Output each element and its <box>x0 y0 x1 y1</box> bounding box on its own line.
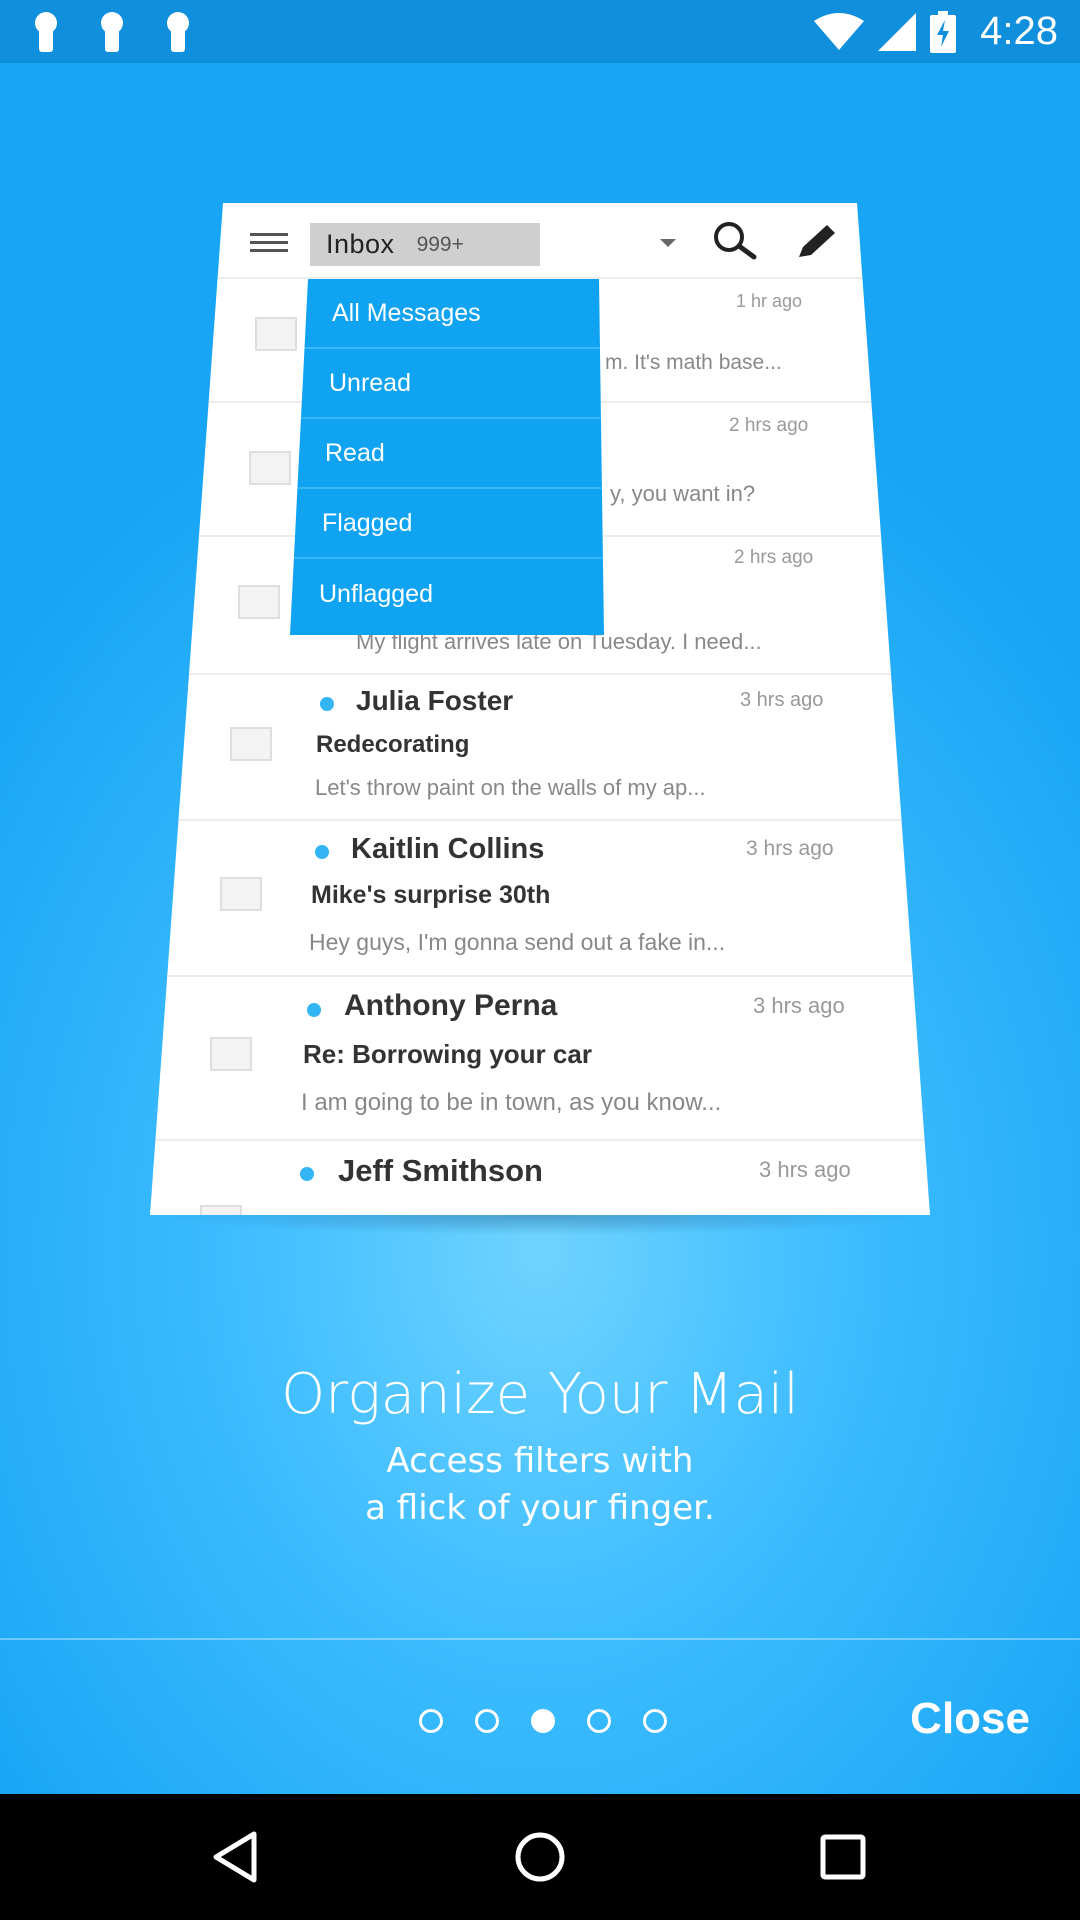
unread-dot <box>320 697 334 711</box>
page-indicator <box>419 1709 667 1733</box>
message-sender: Julia Foster <box>356 685 514 716</box>
message-preview: y, you want in? <box>610 481 756 506</box>
message-subject: Re: Borrowing your car <box>303 1039 592 1069</box>
back-icon <box>213 1831 257 1883</box>
filter-label: Flagged <box>322 508 413 537</box>
message-time: 2 hrs ago <box>734 547 814 568</box>
wifi-icon <box>814 12 865 50</box>
battery-charging-icon <box>930 10 957 53</box>
mockup-toolbar: Inbox 999+ <box>150 203 930 279</box>
subtitle-line-1: Access filters with <box>386 1441 694 1481</box>
filter-read: Read <box>290 419 604 489</box>
list-item: Kaitlin Collins 3 hrs ago Mike's surpris… <box>150 821 930 977</box>
filter-unflagged: Unflagged <box>290 559 604 629</box>
list-item: Julia Foster 3 hrs ago Redecorating Let'… <box>150 675 930 821</box>
unread-dot <box>300 1167 314 1181</box>
onboarding-title: Organize Your Mail <box>281 1362 799 1427</box>
back-button[interactable] <box>155 1794 315 1920</box>
filter-flagged: Flagged <box>290 489 604 559</box>
message-sender: Anthony Perna <box>344 989 558 1022</box>
filter-label: All Messages <box>332 298 481 327</box>
filter-all-messages: All Messages <box>290 279 604 349</box>
home-icon <box>515 1832 565 1882</box>
message-time: 2 hrs ago <box>729 415 809 436</box>
message-time: 1 hr ago <box>736 291 803 311</box>
filter-label: Read <box>325 438 385 467</box>
message-subject: Mike's surprise 30th <box>311 881 551 909</box>
message-time: 3 hrs ago <box>746 837 834 860</box>
message-subject: Redecorating <box>316 731 470 758</box>
home-button[interactable] <box>460 1794 620 1920</box>
message-time: 3 hrs ago <box>759 1157 851 1182</box>
signal-icon <box>878 12 917 51</box>
unread-dot <box>307 1003 321 1017</box>
message-preview: Let's throw paint on the walls of my ap.… <box>315 775 706 800</box>
keyhole-icon <box>98 12 126 52</box>
folder-selector: Inbox 999+ <box>310 223 540 266</box>
unread-dot <box>315 845 329 859</box>
page-dot-5[interactable] <box>643 1709 667 1733</box>
subtitle-line-2: a flick of your finger. <box>365 1488 715 1528</box>
recents-button[interactable] <box>763 1794 923 1920</box>
checkbox <box>255 317 297 351</box>
filter-unread: Unread <box>290 349 604 419</box>
divider <box>0 1638 1080 1640</box>
status-time: 4:28 <box>980 9 1058 53</box>
checkbox <box>249 451 291 485</box>
checkbox <box>210 1037 252 1071</box>
menu-icon <box>250 233 288 252</box>
page-dot-4[interactable] <box>587 1709 611 1733</box>
recents-icon <box>820 1834 866 1880</box>
page-dot-2[interactable] <box>475 1709 499 1733</box>
compose-icon <box>799 225 835 257</box>
message-preview: I am going to be in town, as you know... <box>301 1089 722 1116</box>
keyhole-icon <box>32 12 60 52</box>
message-sender: Kaitlin Collins <box>351 833 545 865</box>
folder-count: 999+ <box>416 232 464 256</box>
message-time: 3 hrs ago <box>740 689 824 711</box>
message-sender: Jeff Smithson <box>338 1153 543 1188</box>
checkbox <box>238 585 280 619</box>
navigation-bar <box>0 1794 1080 1920</box>
list-item: Jeff Smithson 3 hrs ago <box>150 1141 930 1215</box>
message-time: 3 hrs ago <box>753 993 845 1018</box>
status-bar: 4:28 <box>0 0 1080 63</box>
keyhole-icon <box>164 12 192 52</box>
dropdown-caret-icon <box>660 239 676 247</box>
search-icon <box>714 222 757 260</box>
filter-label: Unread <box>329 368 411 397</box>
system-icons: 4:28 <box>814 0 1058 63</box>
filter-menu: All Messages Unread Read Flagged Unflagg… <box>290 279 604 635</box>
close-button[interactable]: Close <box>910 1694 1030 1744</box>
message-preview: Hey guys, I'm gonna send out a fake in..… <box>309 929 726 955</box>
checkbox <box>230 727 272 761</box>
filter-label: Unflagged <box>319 579 433 608</box>
page-dot-1[interactable] <box>419 1709 443 1733</box>
list-item: Anthony Perna 3 hrs ago Re: Borrowing yo… <box>150 977 930 1141</box>
onboarding-subtitle: Access filters with a flick of your fing… <box>0 1438 1080 1532</box>
notification-icons <box>32 12 192 52</box>
checkbox <box>220 877 262 911</box>
message-preview: m. It's math base... <box>605 351 782 374</box>
page-dot-3[interactable] <box>531 1709 555 1733</box>
folder-label: Inbox <box>326 229 395 259</box>
